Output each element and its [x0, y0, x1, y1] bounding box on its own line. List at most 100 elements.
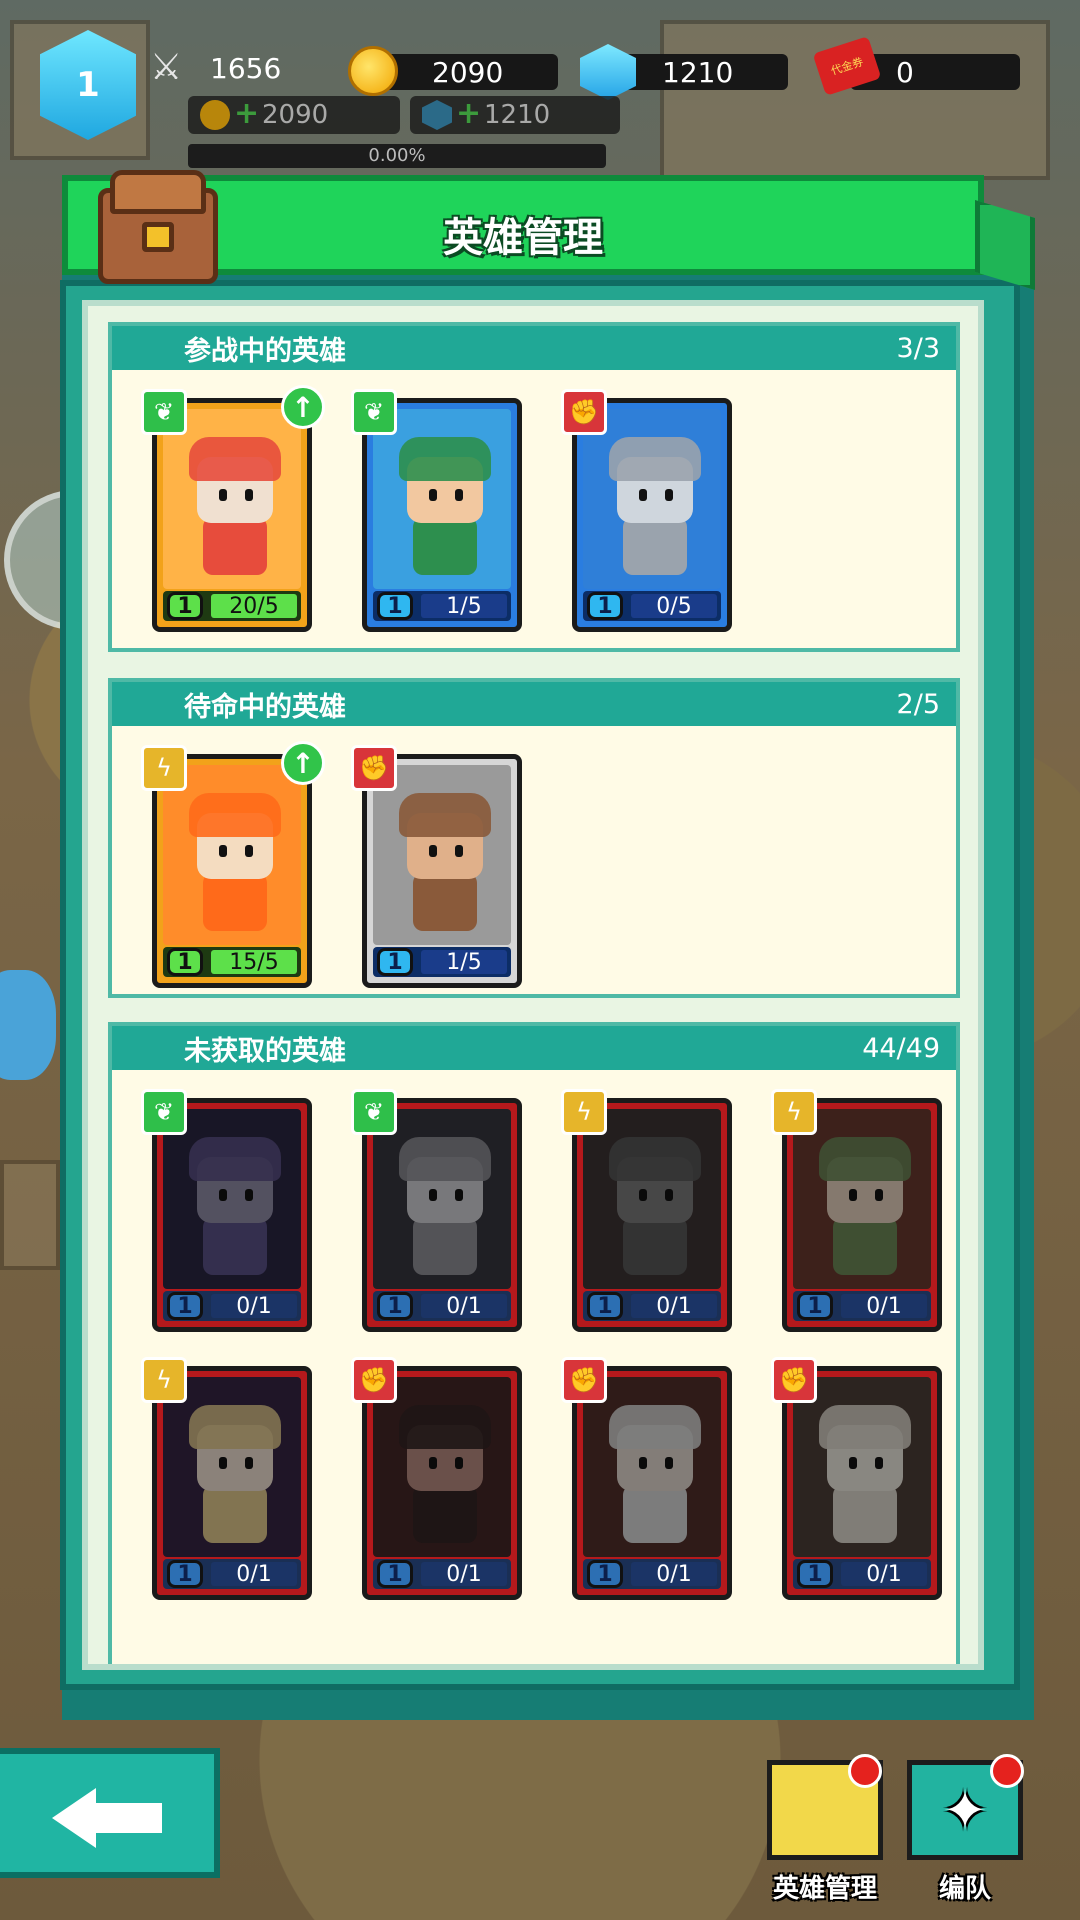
leaf-icon: ❦	[141, 1089, 187, 1135]
bolt-icon: ϟ	[141, 745, 187, 791]
player-level-badge[interactable]: 1	[40, 30, 136, 140]
hero-portrait	[373, 1109, 511, 1289]
hero-card[interactable]: 1 0/1 ✊	[351, 1357, 522, 1600]
hero-card[interactable]: 1 1/5 ❦	[351, 389, 522, 632]
hero-card[interactable]: 1 0/1 ϟ	[141, 1357, 312, 1600]
hero-portrait	[163, 1377, 301, 1557]
hero-card[interactable]: 1 0/1 ϟ	[561, 1089, 732, 1332]
hero-portrait	[163, 1109, 301, 1289]
hero-shard-progress: 0/1	[631, 1294, 717, 1319]
hero-shard-progress: 15/5	[211, 950, 297, 975]
hero-eye	[245, 1189, 253, 1201]
hero-eye	[219, 1457, 227, 1469]
hero-shard-progress: 0/1	[421, 1562, 507, 1587]
hero-eye	[875, 1189, 883, 1201]
upgrade-arrow-icon: ↑	[281, 741, 325, 785]
backpack-flap	[110, 170, 206, 214]
fist-icon: ✊	[771, 1357, 817, 1403]
hero-card-footer: 1 0/5	[583, 591, 721, 621]
hero-hair	[609, 1137, 701, 1181]
hero-body	[413, 1485, 477, 1543]
section-count: 44/49	[862, 1032, 940, 1064]
diamond-icon	[580, 44, 636, 100]
hero-eye	[245, 1457, 253, 1469]
hero-shard-progress: 20/5	[211, 594, 297, 619]
hero-body	[623, 517, 687, 575]
hero-hair	[189, 1405, 281, 1449]
hero-card[interactable]: 1 0/5 ✊	[561, 389, 732, 632]
hero-body	[833, 1217, 897, 1275]
back-button[interactable]	[0, 1748, 220, 1878]
hero-portrait	[373, 1377, 511, 1557]
hero-card[interactable]: 1 0/1 ϟ	[771, 1089, 942, 1332]
hero-portrait	[163, 409, 301, 589]
hero-card-footer: 1 0/1	[373, 1559, 511, 1589]
hero-level: 1	[377, 1560, 413, 1588]
hero-card[interactable]: 1 20/5 ❦ ↑	[141, 385, 325, 632]
hero-card[interactable]: 1 0/1 ❦	[351, 1089, 522, 1332]
leaf-icon: ❦	[351, 1089, 397, 1135]
hero-card[interactable]: 1 0/1 ✊	[561, 1357, 732, 1600]
fist-icon: ✊	[561, 1357, 607, 1403]
hero-card-footer: 1 0/1	[163, 1559, 301, 1589]
hero-eye	[429, 845, 437, 857]
hero-card-footer: 1 0/1	[793, 1559, 931, 1589]
hero-card-footer: 1 0/1	[373, 1291, 511, 1321]
bolt-icon: ϟ	[561, 1089, 607, 1135]
hero-card-footer: 1 0/1	[583, 1291, 721, 1321]
hero-body	[623, 1485, 687, 1543]
hero-hair	[399, 437, 491, 481]
hero-shard-progress: 0/1	[421, 1294, 507, 1319]
hero-body	[833, 1485, 897, 1543]
fist-icon: ✊	[561, 389, 607, 435]
section-count: 3/3	[896, 332, 940, 364]
hero-eye	[219, 489, 227, 501]
hero-level: 1	[797, 1560, 833, 1588]
hero-eye	[455, 845, 463, 857]
hero-eye	[429, 1457, 437, 1469]
gem-counter[interactable]: 1210	[612, 54, 788, 90]
hero-card[interactable]: 1 0/1 ✊	[771, 1357, 942, 1600]
gold-coin-icon	[348, 46, 398, 96]
hero-hair	[189, 1137, 281, 1181]
hero-eye	[875, 1457, 883, 1469]
hero-hair	[819, 1137, 911, 1181]
hero-card[interactable]: 1 15/5 ϟ ↑	[141, 741, 325, 988]
hero-shard-progress: 0/1	[841, 1562, 927, 1587]
hero-level: 1	[377, 592, 413, 620]
hero-card-footer: 1 0/1	[163, 1291, 301, 1321]
hero-shard-progress: 0/1	[211, 1562, 297, 1587]
hero-body	[203, 1485, 267, 1543]
hero-portrait	[583, 1109, 721, 1289]
hero-eye	[849, 1189, 857, 1201]
hero-card[interactable]: 1 1/5 ✊	[351, 745, 522, 988]
crossed-swords-icon: ⚔	[150, 47, 183, 88]
hero-body	[623, 1217, 687, 1275]
hero-card-footer: 1 0/1	[793, 1291, 931, 1321]
hero-hair	[189, 437, 281, 481]
gold-income-value: 2090	[262, 100, 329, 130]
hero-eye	[219, 1189, 227, 1201]
hero-eye	[849, 1457, 857, 1469]
hero-portrait	[373, 409, 511, 589]
notification-dot	[848, 1754, 882, 1788]
gem-value: 1210	[662, 55, 734, 89]
hero-card-footer: 1 1/5	[373, 947, 511, 977]
hero-level: 1	[167, 1560, 203, 1588]
exp-progress-bar: 0.00%	[188, 144, 606, 168]
power-value: 1656	[210, 51, 282, 85]
hero-card[interactable]: 1 0/1 ❦	[141, 1089, 312, 1332]
hero-eye	[429, 489, 437, 501]
hero-list-scroll[interactable]: 参战中的英雄 3/3 1 20/5 ❦ ↑ 1 1/5 ❦ 1 0/5 ✊ 待命中的英雄 2/5 …	[82, 300, 984, 1670]
fist-icon: ✊	[351, 1357, 397, 1403]
hero-hair	[609, 437, 701, 481]
locked-heroes-section: 未获取的英雄 44/49 1 0/1 ❦ 1 0/1 ❦ 1 0/1 ϟ 1 0/1 ϟ 1 0/1 ϟ 1 0…	[108, 1022, 960, 1664]
hero-body	[413, 517, 477, 575]
hero-level: 1	[377, 948, 413, 976]
hero-hair	[189, 793, 281, 837]
active-heroes-section: 参战中的英雄 3/3 1 20/5 ❦ ↑ 1 1/5 ❦ 1 0/5 ✊	[108, 322, 960, 652]
hero-shard-progress: 0/1	[211, 1294, 297, 1319]
hero-eye	[455, 489, 463, 501]
world-side-avatar[interactable]	[0, 970, 56, 1080]
gold-counter[interactable]: 2090	[382, 54, 558, 90]
